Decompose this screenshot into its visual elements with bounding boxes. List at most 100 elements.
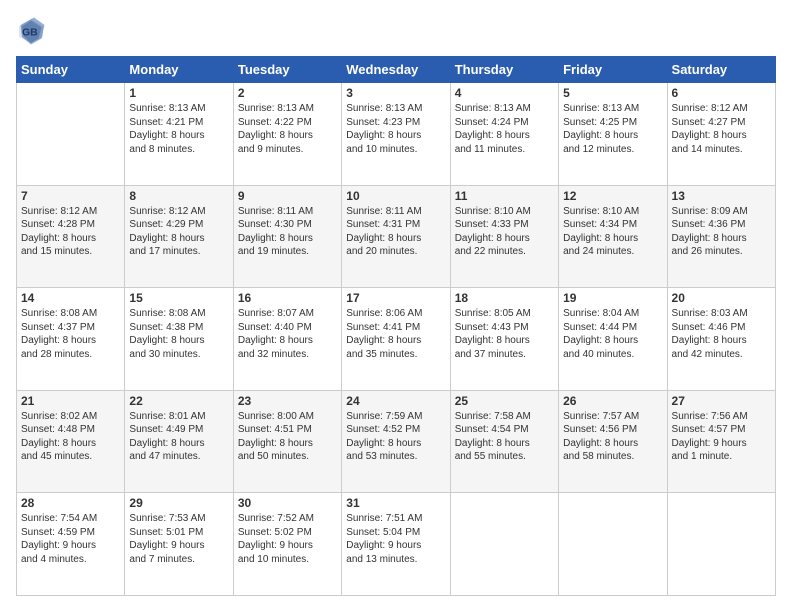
cell-info: Sunrise: 8:12 AM Sunset: 4:28 PM Dayligh… — [21, 205, 120, 259]
cell-info: Sunrise: 8:08 AM Sunset: 4:38 PM Dayligh… — [129, 307, 228, 361]
calendar-cell — [17, 83, 125, 186]
cell-info: Sunrise: 8:13 AM Sunset: 4:25 PM Dayligh… — [563, 102, 662, 156]
weekday-header-saturday: Saturday — [667, 57, 775, 83]
cell-info: Sunrise: 7:52 AM Sunset: 5:02 PM Dayligh… — [238, 512, 337, 566]
cell-info: Sunrise: 7:51 AM Sunset: 5:04 PM Dayligh… — [346, 512, 445, 566]
day-number: 30 — [238, 496, 337, 510]
day-number: 10 — [346, 189, 445, 203]
cell-info: Sunrise: 8:13 AM Sunset: 4:23 PM Dayligh… — [346, 102, 445, 156]
day-number: 21 — [21, 394, 120, 408]
calendar-cell: 30 Sunrise: 7:52 AM Sunset: 5:02 PM Dayli… — [233, 493, 341, 596]
calendar-cell: 14 Sunrise: 8:08 AM Sunset: 4:37 PM Dayli… — [17, 288, 125, 391]
calendar-table: SundayMondayTuesdayWednesdayThursdayFrid… — [16, 56, 776, 596]
day-number: 4 — [455, 86, 554, 100]
day-number: 5 — [563, 86, 662, 100]
calendar-cell: 7 Sunrise: 8:12 AM Sunset: 4:28 PM Daylig… — [17, 185, 125, 288]
calendar-cell: 16Sunrise: 8:07 AM Sunset: 4:40 PM Dayli… — [233, 288, 341, 391]
calendar-cell: 10 Sunrise: 8:11 AM Sunset: 4:31 PM Dayli… — [342, 185, 450, 288]
day-number: 1 — [129, 86, 228, 100]
week-row-4: 28Sunrise: 7:54 AM Sunset: 4:59 PM Dayli… — [17, 493, 776, 596]
calendar-cell: 19Sunrise: 8:04 AM Sunset: 4:44 PM Dayli… — [559, 288, 667, 391]
day-number: 9 — [238, 189, 337, 203]
calendar-cell: 1 Sunrise: 8:13 AM Sunset: 4:21 PM Daylig… — [125, 83, 233, 186]
day-number: 28 — [21, 496, 120, 510]
cell-info: Sunrise: 8:01 AM Sunset: 4:49 PM Dayligh… — [129, 410, 228, 464]
calendar-cell: 6Sunrise: 8:12 AM Sunset: 4:27 PM Daylig… — [667, 83, 775, 186]
cell-info: Sunrise: 8:11 AM Sunset: 4:31 PM Dayligh… — [346, 205, 445, 259]
calendar-cell: 22Sunrise: 8:01 AM Sunset: 4:49 PM Dayli… — [125, 390, 233, 493]
day-number: 2 — [238, 86, 337, 100]
cell-info: Sunrise: 8:13 AM Sunset: 4:21 PM Dayligh… — [129, 102, 228, 156]
calendar-cell: 31 Sunrise: 7:51 AM Sunset: 5:04 PM Dayli… — [342, 493, 450, 596]
day-number: 24 — [346, 394, 445, 408]
cell-info: Sunrise: 8:08 AM Sunset: 4:37 PM Dayligh… — [21, 307, 120, 361]
week-row-2: 14 Sunrise: 8:08 AM Sunset: 4:37 PM Dayli… — [17, 288, 776, 391]
cell-info: Sunrise: 8:11 AM Sunset: 4:30 PM Dayligh… — [238, 205, 337, 259]
day-number: 20 — [672, 291, 771, 305]
cell-info: Sunrise: 7:58 AM Sunset: 4:54 PM Dayligh… — [455, 410, 554, 464]
calendar-cell: 28Sunrise: 7:54 AM Sunset: 4:59 PM Dayli… — [17, 493, 125, 596]
day-number: 8 — [129, 189, 228, 203]
calendar-body: 1 Sunrise: 8:13 AM Sunset: 4:21 PM Daylig… — [17, 83, 776, 596]
cell-info: Sunrise: 7:56 AM Sunset: 4:57 PM Dayligh… — [672, 410, 771, 464]
calendar-cell: 23Sunrise: 8:00 AM Sunset: 4:51 PM Dayli… — [233, 390, 341, 493]
cell-info: Sunrise: 7:53 AM Sunset: 5:01 PM Dayligh… — [129, 512, 228, 566]
cell-info: Sunrise: 8:10 AM Sunset: 4:34 PM Dayligh… — [563, 205, 662, 259]
cell-info: Sunrise: 8:02 AM Sunset: 4:48 PM Dayligh… — [21, 410, 120, 464]
cell-info: Sunrise: 8:13 AM Sunset: 4:22 PM Dayligh… — [238, 102, 337, 156]
day-number: 3 — [346, 86, 445, 100]
calendar-cell: 20 Sunrise: 8:03 AM Sunset: 4:46 PM Dayli… — [667, 288, 775, 391]
calendar-cell: 5 Sunrise: 8:13 AM Sunset: 4:25 PM Daylig… — [559, 83, 667, 186]
day-number: 19 — [563, 291, 662, 305]
weekday-header-friday: Friday — [559, 57, 667, 83]
logo-icon: GB — [16, 16, 46, 46]
cell-info: Sunrise: 8:09 AM Sunset: 4:36 PM Dayligh… — [672, 205, 771, 259]
day-number: 26 — [563, 394, 662, 408]
cell-info: Sunrise: 8:03 AM Sunset: 4:46 PM Dayligh… — [672, 307, 771, 361]
day-number: 13 — [672, 189, 771, 203]
week-row-0: 1 Sunrise: 8:13 AM Sunset: 4:21 PM Daylig… — [17, 83, 776, 186]
day-number: 27 — [672, 394, 771, 408]
calendar-cell: 27 Sunrise: 7:56 AM Sunset: 4:57 PM Dayli… — [667, 390, 775, 493]
day-number: 25 — [455, 394, 554, 408]
calendar-cell: 4Sunrise: 8:13 AM Sunset: 4:24 PM Daylig… — [450, 83, 558, 186]
calendar-cell: 21 Sunrise: 8:02 AM Sunset: 4:48 PM Dayli… — [17, 390, 125, 493]
cell-info: Sunrise: 8:05 AM Sunset: 4:43 PM Dayligh… — [455, 307, 554, 361]
day-number: 31 — [346, 496, 445, 510]
calendar-cell: 24Sunrise: 7:59 AM Sunset: 4:52 PM Dayli… — [342, 390, 450, 493]
cell-info: Sunrise: 8:06 AM Sunset: 4:41 PM Dayligh… — [346, 307, 445, 361]
calendar-cell: 8 Sunrise: 8:12 AM Sunset: 4:29 PM Daylig… — [125, 185, 233, 288]
weekday-header-sunday: Sunday — [17, 57, 125, 83]
week-row-3: 21 Sunrise: 8:02 AM Sunset: 4:48 PM Dayli… — [17, 390, 776, 493]
calendar-cell: 26Sunrise: 7:57 AM Sunset: 4:56 PM Dayli… — [559, 390, 667, 493]
header: GB — [16, 16, 776, 46]
svg-text:GB: GB — [22, 27, 38, 39]
day-number: 6 — [672, 86, 771, 100]
weekday-header-monday: Monday — [125, 57, 233, 83]
day-number: 23 — [238, 394, 337, 408]
day-number: 16 — [238, 291, 337, 305]
calendar-cell: 29 Sunrise: 7:53 AM Sunset: 5:01 PM Dayli… — [125, 493, 233, 596]
cell-info: Sunrise: 8:10 AM Sunset: 4:33 PM Dayligh… — [455, 205, 554, 259]
calendar-cell: 13 Sunrise: 8:09 AM Sunset: 4:36 PM Dayli… — [667, 185, 775, 288]
day-number: 11 — [455, 189, 554, 203]
day-number: 15 — [129, 291, 228, 305]
day-number: 17 — [346, 291, 445, 305]
day-number: 14 — [21, 291, 120, 305]
calendar-cell: 25 Sunrise: 7:58 AM Sunset: 4:54 PM Dayli… — [450, 390, 558, 493]
day-number: 29 — [129, 496, 228, 510]
cell-info: Sunrise: 8:12 AM Sunset: 4:29 PM Dayligh… — [129, 205, 228, 259]
calendar-page: GB SundayMondayTuesdayWednesdayThursdayF… — [0, 0, 792, 612]
day-number: 18 — [455, 291, 554, 305]
calendar-cell: 12Sunrise: 8:10 AM Sunset: 4:34 PM Dayli… — [559, 185, 667, 288]
calendar-cell — [450, 493, 558, 596]
weekday-header-wednesday: Wednesday — [342, 57, 450, 83]
calendar-cell: 17 Sunrise: 8:06 AM Sunset: 4:41 PM Dayli… — [342, 288, 450, 391]
logo: GB — [16, 16, 50, 46]
calendar-cell: 15 Sunrise: 8:08 AM Sunset: 4:38 PM Dayli… — [125, 288, 233, 391]
calendar-cell — [559, 493, 667, 596]
weekday-header-row: SundayMondayTuesdayWednesdayThursdayFrid… — [17, 57, 776, 83]
calendar-cell: 2 Sunrise: 8:13 AM Sunset: 4:22 PM Daylig… — [233, 83, 341, 186]
week-row-1: 7 Sunrise: 8:12 AM Sunset: 4:28 PM Daylig… — [17, 185, 776, 288]
day-number: 7 — [21, 189, 120, 203]
